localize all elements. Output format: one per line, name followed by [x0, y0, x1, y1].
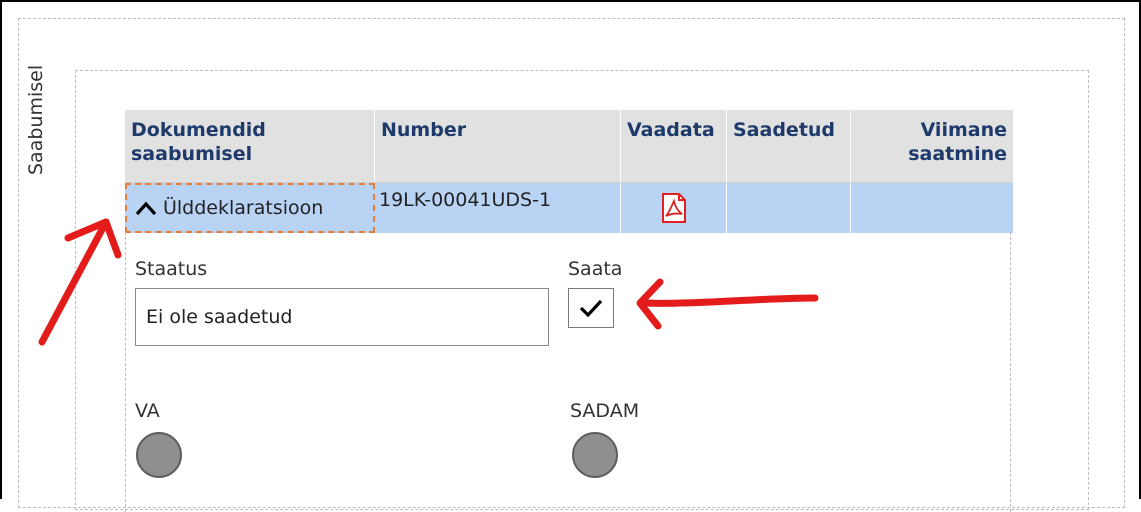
annotation-arrow-right	[641, 294, 819, 307]
annotation-arrows	[38, 218, 819, 346]
annotation-arrow-left	[38, 218, 110, 346]
